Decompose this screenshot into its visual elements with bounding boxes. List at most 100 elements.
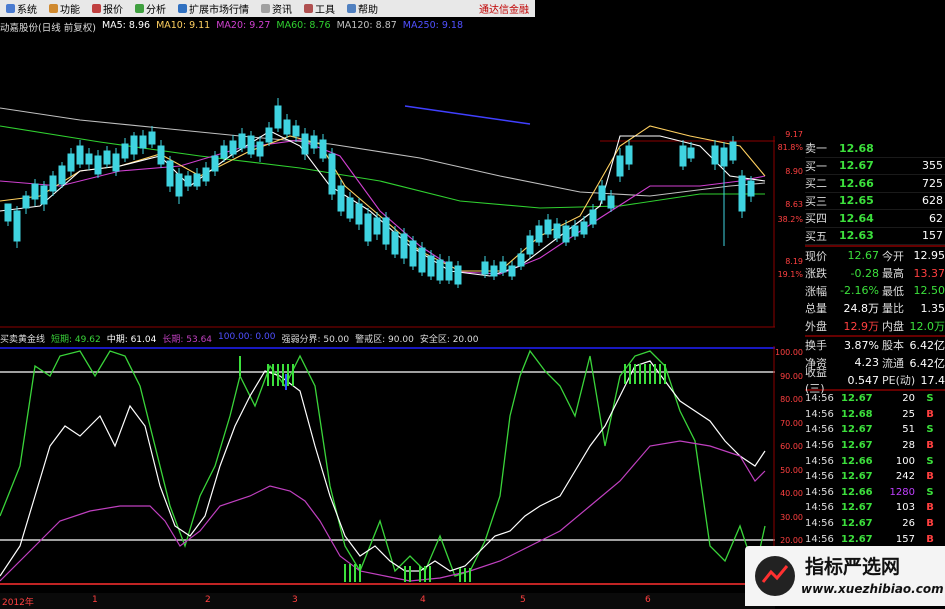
candle-body[interactable]: [580, 221, 588, 235]
tick-row[interactable]: 14:56 12.67 26 B: [805, 516, 945, 532]
candle-body[interactable]: [711, 145, 719, 165]
tick-row[interactable]: 14:56 12.67 103 B: [805, 500, 945, 516]
candle-body[interactable]: [364, 213, 372, 242]
candle-body[interactable]: [373, 217, 381, 235]
tick-row[interactable]: 14:56 12.67 51 S: [805, 422, 945, 438]
candle-body[interactable]: [301, 133, 309, 155]
order-book-row[interactable]: 买三 12.65 628: [805, 193, 945, 210]
menu-item-7[interactable]: 工具: [304, 1, 335, 16]
menu-item-2[interactable]: 功能: [49, 1, 80, 16]
candle-body[interactable]: [508, 265, 516, 277]
candle-body[interactable]: [310, 135, 318, 149]
candle-body[interactable]: [292, 125, 300, 137]
candle-body[interactable]: [31, 183, 39, 200]
candle-body[interactable]: [67, 153, 75, 172]
candle-body[interactable]: [499, 261, 507, 273]
candle-body[interactable]: [130, 135, 138, 155]
candle-body[interactable]: [747, 180, 755, 197]
tick-row[interactable]: 14:56 12.67 157 B: [805, 531, 945, 547]
candle-body[interactable]: [738, 175, 746, 212]
tick-row[interactable]: 14:56 12.66 100 S: [805, 453, 945, 469]
candle-body[interactable]: [729, 141, 737, 161]
candle-body[interactable]: [4, 203, 12, 222]
candle-body[interactable]: [607, 195, 615, 209]
candle-body[interactable]: [166, 160, 174, 187]
candle-body[interactable]: [121, 143, 129, 159]
candle-body[interactable]: [720, 147, 728, 167]
candle-body[interactable]: [436, 259, 444, 281]
candle-body[interactable]: [445, 261, 453, 281]
order-book-row[interactable]: 买五 12.63 157: [805, 228, 945, 245]
order-book-row[interactable]: 买四 12.64 62: [805, 210, 945, 228]
candle-body[interactable]: [220, 145, 228, 159]
candle-body[interactable]: [679, 145, 687, 167]
gold-line-indicator-chart[interactable]: [0, 346, 775, 590]
candle-body[interactable]: [687, 147, 695, 159]
candle-body[interactable]: [85, 153, 93, 165]
menu-item-5[interactable]: 扩展市场行情: [178, 1, 249, 16]
candle-body[interactable]: [544, 219, 552, 235]
candle-body[interactable]: [103, 150, 111, 165]
menu-item-6[interactable]: 资讯: [261, 1, 292, 16]
menu-item-3[interactable]: 报价: [92, 1, 123, 16]
candle-body[interactable]: [139, 135, 147, 149]
tick-row[interactable]: 14:56 12.67 242 B: [805, 469, 945, 485]
candle-body[interactable]: [346, 197, 354, 219]
candlestick-chart[interactable]: [0, 36, 775, 328]
candle-body[interactable]: [112, 153, 120, 172]
candle-body[interactable]: [193, 173, 201, 187]
tick-row[interactable]: 14:56 12.68 25 B: [805, 407, 945, 423]
candle-body[interactable]: [535, 225, 543, 243]
tick-row[interactable]: 14:56 12.66 1280 S: [805, 485, 945, 501]
tick-row[interactable]: 14:56 12.67 28 B: [805, 438, 945, 454]
candle-body[interactable]: [247, 135, 255, 155]
candle-body[interactable]: [202, 167, 210, 182]
candle-body[interactable]: [589, 209, 597, 225]
candle-body[interactable]: [517, 253, 525, 267]
candle-body[interactable]: [427, 255, 435, 277]
candle-body[interactable]: [49, 175, 57, 192]
candle-body[interactable]: [391, 231, 399, 255]
menu-item-4[interactable]: 分析: [135, 1, 166, 16]
candle-body[interactable]: [283, 119, 291, 135]
menu-item-1[interactable]: 系统: [6, 1, 37, 16]
candle-body[interactable]: [256, 141, 264, 157]
candle-body[interactable]: [274, 105, 282, 129]
order-book-row[interactable]: 买二 12.66 725: [805, 175, 945, 193]
candle-body[interactable]: [211, 155, 219, 172]
order-book-row[interactable]: 卖一 12.68: [805, 140, 945, 158]
candle-body[interactable]: [571, 225, 579, 237]
candle-body[interactable]: [490, 265, 498, 277]
order-book-row[interactable]: 买一 12.67 355: [805, 158, 945, 175]
menu-item-8[interactable]: 帮助: [347, 1, 378, 16]
candle-body[interactable]: [148, 131, 156, 145]
candle-body[interactable]: [328, 153, 336, 195]
candle-body[interactable]: [58, 165, 66, 185]
tick-row[interactable]: 14:56 12.67 20 S: [805, 391, 945, 407]
candle-body[interactable]: [481, 261, 489, 275]
candle-body[interactable]: [382, 217, 390, 245]
candle-body[interactable]: [319, 139, 327, 159]
candle-body[interactable]: [337, 185, 345, 212]
candle-body[interactable]: [13, 210, 21, 242]
candle-body[interactable]: [229, 140, 237, 155]
candle-body[interactable]: [40, 185, 48, 205]
candle-body[interactable]: [76, 145, 84, 165]
candle-body[interactable]: [238, 133, 246, 149]
tick-list[interactable]: 14:56 12.67 20 S 14:56 12.68 25 B 14:56 12.67 51 S 1…: [805, 391, 945, 547]
candle-body[interactable]: [400, 233, 408, 259]
candle-body[interactable]: [526, 235, 534, 255]
candle-body[interactable]: [265, 127, 273, 143]
candle-body[interactable]: [562, 225, 570, 243]
candle-body[interactable]: [355, 203, 363, 225]
candle-body[interactable]: [175, 173, 183, 197]
candle-body[interactable]: [184, 175, 192, 187]
candle-body[interactable]: [598, 185, 606, 201]
candle-body[interactable]: [22, 195, 30, 209]
candle-body[interactable]: [553, 223, 561, 239]
candle-body[interactable]: [94, 155, 102, 175]
candle-body[interactable]: [409, 240, 417, 267]
candle-body[interactable]: [418, 247, 426, 273]
candle-body[interactable]: [157, 145, 165, 165]
candle-body[interactable]: [454, 265, 462, 285]
